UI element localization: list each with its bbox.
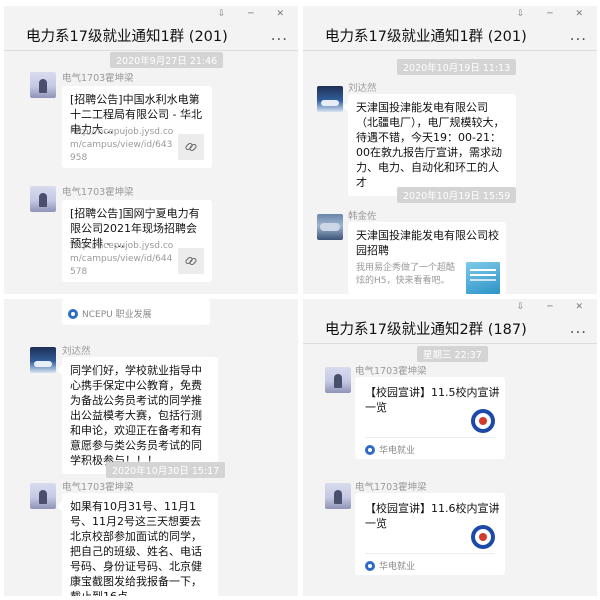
avatar[interactable] — [317, 86, 343, 112]
link-card[interactable]: [招聘公告]国网宁夏电力有限公司2021年现场招聘会预安排 - ... http… — [62, 200, 212, 282]
card-source: 华电就业 — [365, 443, 415, 456]
header-divider — [303, 50, 597, 51]
header-divider — [303, 343, 597, 344]
message-bubble[interactable]: 同学们好，学校就业指导中心携手保定中公教育，免费为备战公务员考试的同学推出公益模… — [57, 357, 218, 474]
chat-panel-group1-later: ⇩ ─ ✕ 电力系17级就业通知1群 (201) ... 2020年10月19日… — [303, 6, 597, 294]
timestamp: 2020年10月19日 15:59 — [397, 187, 517, 203]
share-thumbnail — [466, 262, 500, 294]
hd-jobs-icon — [365, 444, 375, 455]
avatar[interactable] — [317, 214, 343, 240]
message-bubble[interactable]: 天津国投津能发电有限公司（北疆电厂），电厂规模较大，待遇不错，今天19：00-2… — [343, 94, 516, 196]
avatar[interactable] — [30, 72, 56, 98]
link-card-url: http://ncepujob.jysd.com/campus/view/id/… — [70, 127, 174, 163]
article-card[interactable]: 【校园宣讲】11.6校内宣讲一览 华电就业 — [355, 493, 505, 575]
window-controls[interactable]: ⇩ ─ ✕ — [517, 302, 593, 312]
timestamp: 2020年10月19日 11:13 — [397, 59, 517, 75]
avatar[interactable] — [30, 347, 56, 373]
chat-panel-group1-top: ⇩ ─ ✕ 电力系17级就业通知1群 (201) ... 2020年9月27日 … — [4, 6, 298, 294]
sender-name: 电气1703霍坤梁 — [62, 187, 134, 198]
sender-name: 电气1703霍坤梁 — [62, 73, 134, 84]
sender-name: 刘达然 — [62, 346, 91, 357]
card-source-label: 华电就业 — [379, 446, 416, 456]
card-divider — [365, 553, 495, 554]
link-card-footer[interactable]: NCEPU 职业发展 — [62, 299, 210, 325]
ncepu-logo-icon — [471, 525, 495, 549]
window-controls[interactable]: ⇩ ─ ✕ — [517, 9, 593, 19]
card-divider — [365, 437, 495, 438]
link-card[interactable]: [招聘公告]中国水利水电第十二工程局有限公司 - 华北电力大... http:/… — [62, 86, 212, 168]
card-source-label: 华电就业 — [379, 562, 416, 572]
chat-panel-group2: ⇩ ─ ✕ 电力系17级就业通知2群 (187) ... 星期三 22:37 电… — [303, 299, 597, 596]
timestamp: 2020年9月27日 21:46 — [110, 52, 224, 68]
card-source-label: NCEPU 职业发展 — [82, 310, 152, 320]
window-controls[interactable]: ⇩ ─ ✕ — [218, 9, 294, 19]
more-options-button[interactable]: ... — [570, 26, 587, 44]
link-icon — [178, 134, 204, 160]
hd-jobs-icon — [365, 560, 375, 571]
more-options-button[interactable]: ... — [271, 26, 288, 44]
chat-panel-group1-bottom: NCEPU 职业发展 刘达然 同学们好，学校就业指导中心携手保定中公教育，免费为… — [4, 299, 298, 596]
article-card[interactable]: 【校园宣讲】11.5校内宣讲一览 华电就业 — [355, 377, 505, 459]
link-icon — [178, 248, 204, 274]
timestamp: 2020年10月30日 15:17 — [106, 462, 226, 478]
sender-name: 刘达然 — [348, 83, 377, 94]
share-card[interactable]: 天津国投津能发电有限公司校园招聘 我用易企秀做了一个超酷炫的H5，快来看看吧。 — [348, 222, 506, 294]
sender-name: 电气1703霍坤梁 — [62, 482, 134, 493]
more-options-button[interactable]: ... — [570, 319, 587, 337]
share-card-description: 我用易企秀做了一个超酷炫的H5，快来看看吧。 — [356, 263, 456, 286]
link-card-url: http://ncepujob.jysd.com/campus/view/id/… — [70, 241, 174, 277]
ncepu-logo-icon — [471, 409, 495, 433]
share-card-title: 天津国投津能发电有限公司校园招聘 — [356, 229, 499, 257]
avatar[interactable] — [30, 483, 56, 509]
message-bubble[interactable]: 如果有10月31号、11月1号、11月2号这三天想要去北京校部参加面试的同学，把… — [57, 493, 218, 596]
sender-name: 韩金佐 — [348, 211, 377, 222]
header-divider — [4, 50, 298, 51]
avatar[interactable] — [325, 483, 351, 509]
chat-title: 电力系17级就业通知2群 (187) — [325, 322, 527, 338]
timestamp: 星期三 22:37 — [417, 346, 488, 362]
card-source: 华电就业 — [365, 559, 415, 572]
avatar[interactable] — [30, 186, 56, 212]
card-source: NCEPU 职业发展 — [68, 307, 152, 320]
sender-name: 电气1703霍坤梁 — [355, 366, 427, 377]
sender-name: 电气1703霍坤梁 — [355, 482, 427, 493]
avatar[interactable] — [325, 367, 351, 393]
chat-title: 电力系17级就业通知1群 (201) — [26, 29, 228, 45]
chat-title: 电力系17级就业通知1群 (201) — [325, 29, 527, 45]
ncepu-logo-icon — [68, 308, 78, 319]
